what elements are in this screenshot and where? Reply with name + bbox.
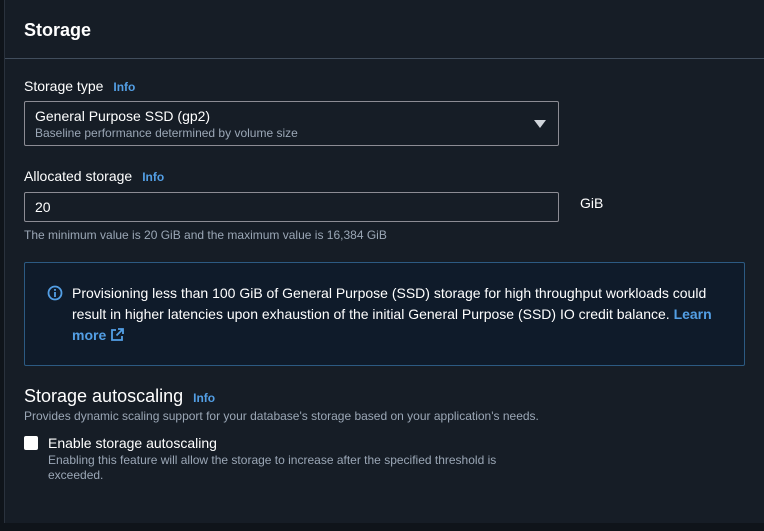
enable-autoscaling-checkbox[interactable] bbox=[24, 436, 38, 450]
allocated-storage-input[interactable] bbox=[24, 192, 559, 222]
alert-message: Provisioning less than 100 GiB of Genera… bbox=[72, 283, 720, 346]
allocated-storage-label: Allocated storage bbox=[24, 168, 133, 184]
panel-title: Storage bbox=[24, 19, 92, 40]
storage-type-label-row: Storage type Info bbox=[24, 78, 135, 94]
storage-type-selected-value: General Purpose SSD (gp2) bbox=[35, 108, 211, 124]
storage-type-selected-description: Baseline performance determined by volum… bbox=[35, 126, 298, 140]
allocated-storage-constraint: The minimum value is 20 GiB and the maxi… bbox=[24, 228, 387, 242]
autoscaling-heading-row: Storage autoscaling Info bbox=[24, 386, 215, 407]
caret-down-icon bbox=[534, 120, 546, 128]
info-alert: Provisioning less than 100 GiB of Genera… bbox=[24, 262, 745, 366]
external-link-icon bbox=[111, 328, 125, 341]
autoscaling-heading: Storage autoscaling bbox=[24, 386, 184, 406]
storage-panel: Storage Storage type Info General Purpos… bbox=[4, 0, 764, 523]
storage-type-info-link[interactable]: Info bbox=[113, 80, 135, 94]
storage-type-select[interactable]: General Purpose SSD (gp2) Baseline perfo… bbox=[24, 101, 559, 146]
enable-autoscaling-label[interactable]: Enable storage autoscaling bbox=[48, 435, 528, 452]
autoscaling-checkbox-row[interactable]: Enable storage autoscaling Enabling this… bbox=[24, 435, 528, 483]
info-circle-icon bbox=[47, 285, 63, 301]
enable-autoscaling-description: Enabling this feature will allow the sto… bbox=[48, 453, 497, 482]
checkbox-text: Enable storage autoscaling Enabling this… bbox=[48, 435, 528, 483]
autoscaling-info-link[interactable]: Info bbox=[193, 391, 215, 405]
allocated-storage-label-row: Allocated storage Info bbox=[24, 168, 164, 184]
autoscaling-description: Provides dynamic scaling support for you… bbox=[24, 409, 539, 423]
storage-type-label: Storage type bbox=[24, 78, 104, 94]
panel-header: Storage bbox=[5, 0, 764, 59]
allocated-storage-info-link[interactable]: Info bbox=[142, 170, 164, 184]
alert-text: Provisioning less than 100 GiB of Genera… bbox=[72, 285, 707, 322]
storage-unit-label: GiB bbox=[580, 195, 604, 211]
